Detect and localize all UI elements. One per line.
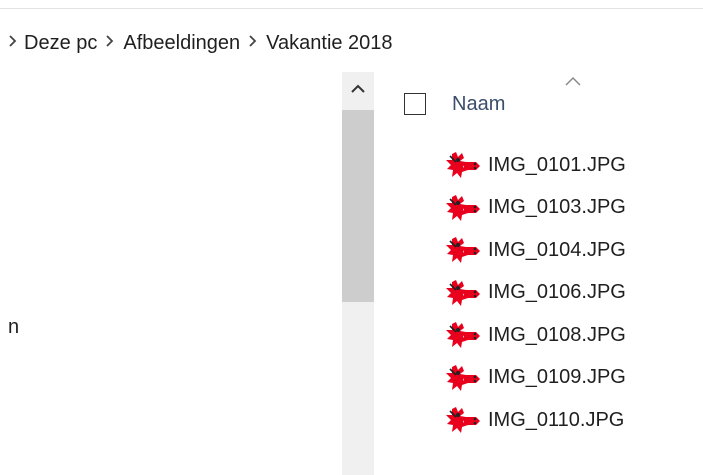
list-item[interactable]: IMG_0103.JPG	[446, 187, 626, 230]
red-image-file-icon	[446, 152, 480, 179]
navigation-pane-scrollbar[interactable]	[342, 72, 374, 475]
red-image-file-icon	[446, 407, 480, 434]
red-image-file-icon	[446, 194, 480, 221]
red-image-file-icon	[446, 279, 480, 306]
scrollbar-thumb[interactable]	[342, 110, 374, 302]
file-name: IMG_0103.JPG	[488, 196, 626, 219]
file-name: IMG_0108.JPG	[488, 323, 626, 346]
red-image-file-icon	[446, 322, 480, 349]
sort-ascending-icon	[564, 74, 582, 86]
column-header-row: Naam	[404, 90, 505, 118]
scroll-up-button[interactable]	[342, 72, 374, 106]
navigation-pane-item-label[interactable]: n	[8, 316, 19, 339]
file-rows: IMG_0101.JPG IMG_0103.JPG IMG_0104.JPG I…	[446, 144, 626, 442]
file-name: IMG_0109.JPG	[488, 366, 626, 389]
chevron-right-icon[interactable]	[2, 34, 24, 52]
file-list: Naam IMG_0101.JPG IMG_0103.JPG IMG_0104.…	[378, 72, 703, 475]
chevron-right-icon[interactable]	[97, 34, 123, 52]
red-image-file-icon	[446, 237, 480, 264]
breadcrumb-item-vakantie-2018[interactable]: Vakantie 2018	[266, 32, 392, 55]
file-name: IMG_0110.JPG	[488, 408, 625, 431]
select-all-checkbox[interactable]	[404, 93, 426, 115]
breadcrumb-item-deze-pc[interactable]: Deze pc	[24, 32, 97, 55]
breadcrumb[interactable]: Deze pc Afbeeldingen Vakantie 2018	[0, 18, 703, 68]
list-item[interactable]: IMG_0110.JPG	[446, 399, 626, 442]
breadcrumb-item-afbeeldingen[interactable]: Afbeeldingen	[123, 32, 240, 55]
list-item[interactable]: IMG_0104.JPG	[446, 229, 626, 272]
list-item[interactable]: IMG_0101.JPG	[446, 144, 626, 187]
title-bar-edge	[0, 0, 703, 9]
navigation-pane[interactable]: n	[0, 72, 342, 475]
list-item[interactable]: IMG_0106.JPG	[446, 272, 626, 315]
file-name: IMG_0101.JPG	[488, 153, 626, 176]
chevron-up-icon	[351, 84, 365, 93]
file-name: IMG_0104.JPG	[488, 238, 626, 261]
red-image-file-icon	[446, 364, 480, 391]
file-name: IMG_0106.JPG	[488, 281, 626, 304]
list-item[interactable]: IMG_0109.JPG	[446, 357, 626, 400]
column-header-name[interactable]: Naam	[452, 93, 505, 116]
list-item[interactable]: IMG_0108.JPG	[446, 314, 626, 357]
chevron-right-icon[interactable]	[240, 34, 266, 52]
